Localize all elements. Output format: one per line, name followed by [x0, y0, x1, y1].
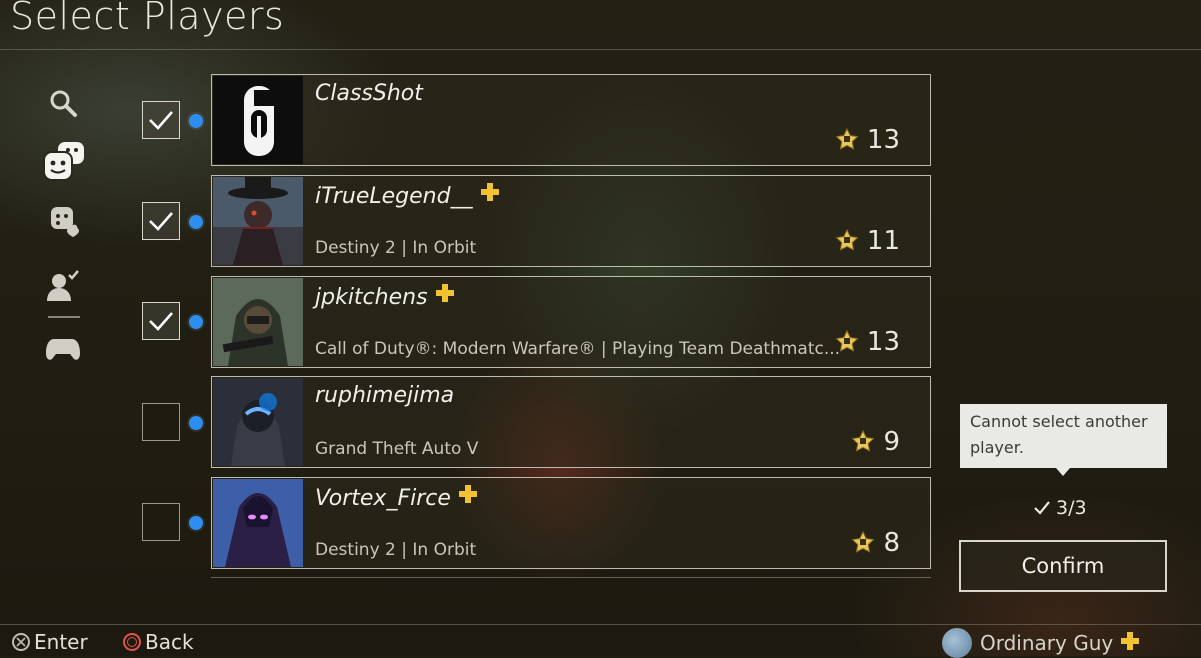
- player-checkbox[interactable]: [142, 101, 180, 139]
- player-name-text: jpkitchens: [315, 285, 428, 310]
- back-hint-label: Back: [145, 630, 194, 654]
- check-icon: [149, 212, 173, 231]
- cross-button-icon: [12, 633, 30, 651]
- player-check-icon[interactable]: [40, 262, 86, 308]
- player-name-text: Vortex_Firce: [315, 486, 451, 511]
- circle-button-icon: [123, 633, 141, 651]
- trophy-level-value: 8: [883, 528, 900, 558]
- player-row[interactable]: iTrueLegend__ Destiny 2 | In Orbit 11: [211, 175, 931, 267]
- selection-count: 3/3: [1034, 497, 1087, 519]
- ps-plus-icon: [1121, 631, 1140, 655]
- trophy-level: 11: [835, 226, 900, 256]
- online-status-dot: [189, 315, 203, 329]
- back-hint[interactable]: Back: [123, 630, 194, 654]
- trophy-star-icon: [835, 229, 859, 251]
- trophy-star-icon: [851, 531, 875, 553]
- online-status-dot: [189, 416, 203, 430]
- trophy-level-value: 13: [866, 125, 900, 155]
- player-row[interactable]: ClassShot 13: [211, 74, 931, 166]
- selection-count-value: 3/3: [1056, 497, 1087, 519]
- player-checkbox[interactable]: [142, 202, 180, 240]
- player-avatar: [213, 479, 303, 567]
- confirm-button[interactable]: Confirm: [959, 540, 1167, 592]
- player-status: Grand Theft Auto V: [315, 439, 479, 459]
- page-title: Select Players: [10, 0, 285, 38]
- player-name: ruphimejima: [315, 383, 455, 408]
- enter-hint-label: Enter: [34, 630, 88, 654]
- controller-icon[interactable]: [40, 326, 86, 372]
- player-name: Vortex_Firce: [315, 484, 477, 511]
- player-row[interactable]: ruphimejima Grand Theft Auto V 9: [211, 376, 931, 468]
- trophy-level: 13: [835, 125, 900, 155]
- avatar: [942, 628, 972, 658]
- player-name: jpkitchens: [315, 283, 454, 310]
- player-checkbox[interactable]: [142, 503, 180, 541]
- player-row[interactable]: jpkitchens Call of Duty®: Modern Warfare…: [211, 276, 931, 368]
- username: Ordinary Guy: [980, 631, 1114, 655]
- online-status-dot: [189, 114, 203, 128]
- player-avatar: [213, 177, 303, 265]
- search-icon[interactable]: [40, 80, 86, 126]
- player-name: ClassShot: [315, 81, 423, 106]
- trophy-star-icon: [835, 330, 859, 352]
- favorite-groups-icon[interactable]: [40, 198, 86, 244]
- player-checkbox[interactable]: [142, 302, 180, 340]
- player-row[interactable]: Vortex_Firce Destiny 2 | In Orbit 8: [211, 477, 931, 569]
- ps-plus-icon: [435, 283, 454, 308]
- next-row-edge: [211, 577, 931, 584]
- trophy-star-icon: [835, 128, 859, 150]
- player-avatar: [213, 378, 303, 466]
- sidebar-divider: [48, 316, 80, 318]
- player-checkbox[interactable]: [142, 403, 180, 441]
- player-name-text: iTrueLegend__: [315, 184, 473, 209]
- trophy-level-value: 9: [883, 427, 900, 457]
- trophy-level: 9: [851, 427, 900, 457]
- check-icon: [1034, 501, 1050, 515]
- online-status-dot: [189, 516, 203, 530]
- trophy-level-value: 13: [866, 327, 900, 357]
- online-status-dot: [189, 215, 203, 229]
- check-icon: [149, 111, 173, 130]
- header-divider: [0, 49, 1201, 50]
- footer-divider: [0, 624, 1201, 625]
- player-avatar: [213, 278, 303, 366]
- check-icon: [149, 312, 173, 331]
- player-status: Call of Duty®: Modern Warfare® | Playing…: [315, 339, 841, 359]
- trophy-level: 13: [835, 327, 900, 357]
- ps-plus-icon: [480, 182, 499, 207]
- player-status: Destiny 2 | In Orbit: [315, 540, 477, 560]
- friends-icon[interactable]: [40, 136, 90, 186]
- player-status: Destiny 2 | In Orbit: [315, 238, 477, 258]
- player-avatar: [213, 76, 303, 164]
- trophy-level: 8: [851, 528, 900, 558]
- trophy-star-icon: [851, 430, 875, 452]
- player-name: iTrueLegend__: [315, 182, 499, 209]
- current-user: Ordinary Guy: [942, 628, 1140, 658]
- trophy-level-value: 11: [866, 226, 900, 256]
- ps-plus-icon: [458, 484, 477, 509]
- enter-hint[interactable]: Enter: [12, 630, 88, 654]
- selection-limit-tooltip: Cannot select another player.: [960, 404, 1167, 476]
